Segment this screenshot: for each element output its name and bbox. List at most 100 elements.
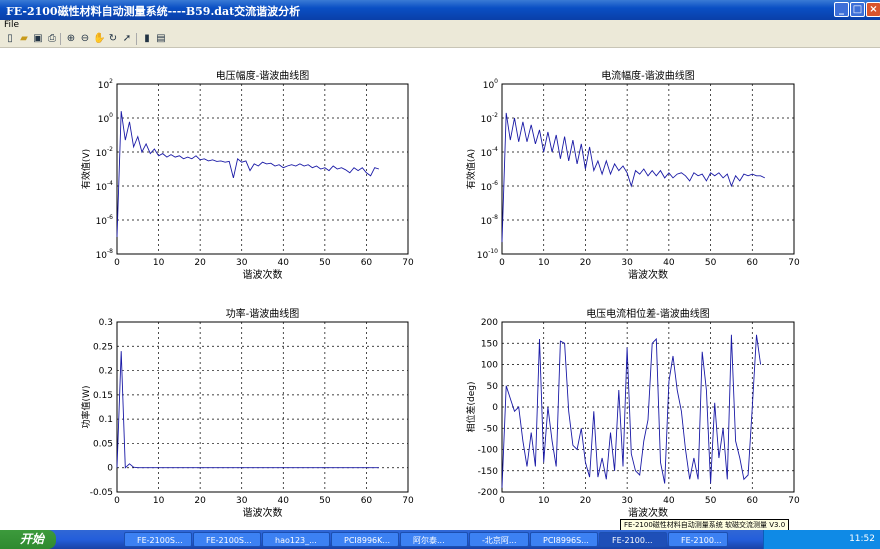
x-tick-label: 60 — [747, 496, 759, 506]
y-tick-label: 100 — [481, 361, 498, 371]
y-axis-label: 有效值(A) — [465, 149, 477, 189]
y-tick-label: -100 — [478, 446, 499, 456]
close-button[interactable]: × — [866, 2, 880, 17]
open-icon[interactable]: ▰ — [18, 33, 30, 44]
print-icon[interactable]: ⎙ — [46, 33, 58, 44]
x-tick-label: 40 — [663, 258, 675, 268]
x-tick-label: 60 — [361, 258, 373, 268]
x-tick-label: 30 — [621, 258, 633, 268]
x-tick-label: 0 — [499, 258, 505, 268]
y-tick-label: 10-2 — [481, 112, 499, 125]
y-tick-label: -50 — [483, 424, 498, 434]
y-tick-label: -0.05 — [90, 488, 113, 498]
x-tick-label: 60 — [361, 496, 373, 506]
x-tick-label: 70 — [788, 496, 800, 506]
axes-frame — [116, 83, 409, 255]
x-tick-label: 70 — [788, 258, 800, 268]
menu-file[interactable]: File — [4, 20, 19, 30]
y-axis-label: 功率值(W) — [80, 386, 92, 429]
y-tick-label: 10-8 — [481, 214, 499, 227]
x-axis-label: 谐波次数 — [628, 506, 668, 519]
save-icon[interactable]: ▣ — [32, 33, 44, 44]
chart-title: 电压电流相位差-谐波曲线图 — [586, 307, 710, 320]
legend-icon[interactable]: ▤ — [155, 33, 167, 44]
x-tick-label: 10 — [538, 258, 550, 268]
x-tick-label: 40 — [663, 496, 675, 506]
x-tick-label: 30 — [621, 496, 633, 506]
chart-2: 0 10 20 30 40 50 60 70 100 10-2 10-4 10-6 10-8 10-10 电… — [465, 69, 800, 281]
y-tick-label: 10-6 — [481, 180, 499, 193]
y-tick-label: 0.1 — [99, 415, 113, 425]
taskbar-item[interactable]: FE-2100... — [668, 532, 728, 547]
taskbar-item[interactable]: PCI8996K... — [331, 532, 399, 547]
y-tick-label: -200 — [478, 488, 499, 498]
y-tick-label: 150 — [481, 339, 498, 349]
x-tick-label: 60 — [747, 258, 759, 268]
y-tick-label: 0.25 — [93, 342, 113, 352]
start-button[interactable]: 开始 — [0, 530, 56, 549]
taskbar-item[interactable]: hao123_... — [262, 532, 330, 547]
chart-1: 0 10 20 30 40 50 60 70 102 100 10-2 10-4 10-6 10-8 电压幅… — [80, 69, 414, 281]
y-tick-label: 10-8 — [96, 248, 114, 261]
toolbar: ▯ ▰ ▣ ⎙ ⊕ ⊖ ✋ ↻ ➚ ▮ ▤ — [0, 31, 880, 48]
zoom-in-icon[interactable]: ⊕ — [65, 33, 77, 44]
y-tick-label: 0.15 — [93, 391, 113, 401]
chart-4: 0 10 20 30 40 50 60 70 200 150 100 50 0 -50 -100 -150 -2… — [465, 307, 800, 519]
taskbar-item[interactable]: FE-2100S... — [124, 532, 192, 547]
figure-canvas: 0 10 20 30 40 50 60 70 102 100 10-2 10-4 10-6 10-8 电压幅… — [0, 48, 880, 526]
taskbar-item[interactable]: 阿尔泰... — [400, 532, 468, 547]
y-axis-label: 相位差(deg) — [465, 382, 477, 433]
y-tick-label: 10-4 — [96, 180, 114, 193]
x-tick-label: 20 — [580, 496, 592, 506]
x-tick-label: 10 — [153, 258, 165, 268]
x-tick-label: 50 — [705, 258, 717, 268]
x-tick-label: 0 — [114, 496, 120, 506]
chart-title: 功率-谐波曲线图 — [226, 307, 300, 320]
x-tick-label: 70 — [402, 496, 414, 506]
x-tick-label: 40 — [278, 496, 290, 506]
data-cursor-icon[interactable]: ➚ — [121, 33, 133, 44]
x-axis-label: 谐波次数 — [628, 268, 668, 281]
figure-svg: 0 10 20 30 40 50 60 7010210010-210-410-610-8电压幅… — [80, 69, 800, 519]
x-tick-label: 10 — [538, 496, 550, 506]
taskbar-item[interactable]: PCI8996S... — [530, 532, 598, 547]
x-tick-label: 30 — [236, 258, 248, 268]
taskbar-item[interactable]: FE-2100... — [599, 532, 667, 547]
y-tick-label: 0 — [492, 403, 498, 413]
pan-icon[interactable]: ✋ — [93, 33, 105, 44]
clock: 11:52 — [849, 534, 875, 544]
y-tick-label: 200 — [481, 318, 498, 328]
maximize-button[interactable]: □ — [850, 2, 865, 17]
minimize-button[interactable]: _ — [834, 2, 849, 17]
x-tick-label: 40 — [278, 258, 290, 268]
y-tick-label: 0 — [107, 464, 113, 474]
x-tick-label: 50 — [705, 496, 717, 506]
x-tick-label: 50 — [319, 496, 331, 506]
rotate-icon[interactable]: ↻ — [107, 33, 119, 44]
chart-title: 电压幅度-谐波曲线图 — [216, 69, 310, 82]
x-tick-label: 20 — [194, 258, 206, 268]
axes-frame — [501, 83, 795, 255]
y-tick-label: 100 — [98, 112, 113, 125]
taskbar: 开始 FE-2100S... FE-2100S... hao123_... PC… — [0, 530, 880, 549]
taskbar-item[interactable]: FE-2100S... — [193, 532, 261, 547]
y-tick-label: 10-2 — [96, 146, 114, 159]
y-tick-label: 0.3 — [99, 318, 113, 328]
new-icon[interactable]: ▯ — [4, 33, 16, 44]
x-tick-label: 10 — [153, 496, 165, 506]
y-tick-label: 0.2 — [99, 367, 113, 377]
y-tick-label: 102 — [98, 78, 113, 91]
x-tick-label: 30 — [236, 496, 248, 506]
title-bar: FE-2100磁性材料自动测量系统----B59.dat交流谐波分析 _ □ × — [0, 0, 880, 20]
taskbar-item[interactable]: -北京阿... — [469, 532, 529, 547]
colorbar-icon[interactable]: ▮ — [141, 33, 153, 44]
menu-bar: File — [0, 20, 880, 31]
y-tick-label: 50 — [487, 382, 499, 392]
x-axis-label: 谐波次数 — [243, 268, 283, 281]
x-tick-label: 0 — [114, 258, 120, 268]
zoom-out-icon[interactable]: ⊖ — [79, 33, 91, 44]
chart-title: 电流幅度-谐波曲线图 — [601, 69, 695, 82]
x-axis-label: 谐波次数 — [243, 506, 283, 519]
window-title: FE-2100磁性材料自动测量系统----B59.dat交流谐波分析 — [6, 5, 301, 18]
y-tick-label: 0.05 — [93, 439, 113, 449]
